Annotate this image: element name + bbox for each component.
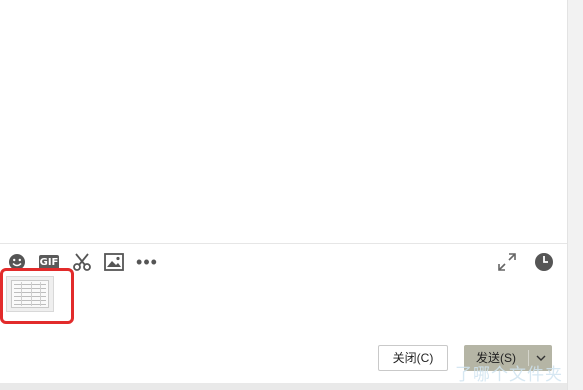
input-divider	[0, 243, 567, 244]
message-history-area	[0, 0, 567, 243]
watermark-text: 了哪个文件夹	[455, 365, 563, 384]
more-icon[interactable]: •••	[135, 250, 159, 274]
expand-icon[interactable]	[495, 250, 519, 274]
right-panel-edge	[567, 0, 583, 390]
bottom-edge	[0, 383, 567, 390]
input-toolbar: GIF •••	[0, 250, 567, 276]
image-icon[interactable]	[102, 250, 126, 274]
red-highlight-box	[0, 268, 74, 324]
clock-icon[interactable]	[532, 250, 556, 274]
close-button[interactable]: 关闭(C)	[378, 345, 448, 371]
